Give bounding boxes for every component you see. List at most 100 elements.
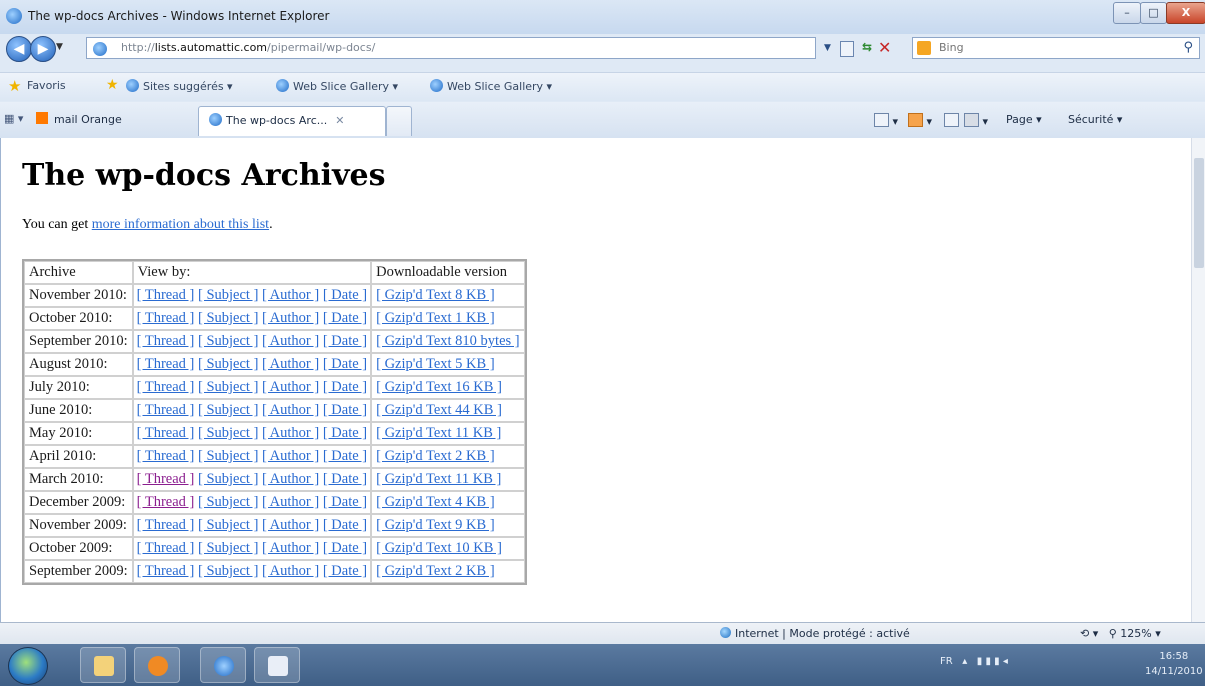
subject-link[interactable]: [ Subject ] — [198, 333, 258, 349]
date-link[interactable]: [ Date ] — [323, 333, 367, 349]
thread-link[interactable]: [ Thread ] — [137, 425, 195, 441]
date-link[interactable]: [ Date ] — [323, 471, 367, 487]
favorites-button[interactable]: ★ Favoris — [8, 79, 66, 94]
quick-tabs-icon[interactable]: ▦ ▾ — [4, 112, 23, 125]
thread-link[interactable]: [ Thread ] — [137, 540, 195, 556]
forward-button[interactable]: ▶ — [30, 36, 56, 62]
date-link[interactable]: [ Date ] — [323, 494, 367, 510]
gzip-download-link[interactable]: [ Gzip'd Text 5 KB ] — [376, 356, 495, 372]
taskbar-media-player[interactable] — [134, 647, 180, 683]
date-link[interactable]: [ Date ] — [323, 517, 367, 533]
security-zone-status[interactable]: Internet | Mode protégé : activé — [720, 627, 910, 640]
gzip-download-link[interactable]: [ Gzip'd Text 11 KB ] — [376, 471, 501, 487]
close-button[interactable]: X — [1166, 2, 1205, 24]
search-input[interactable] — [937, 40, 1171, 55]
author-link[interactable]: [ Author ] — [262, 494, 319, 510]
gzip-download-link[interactable]: [ Gzip'd Text 10 KB ] — [376, 540, 502, 556]
minimize-button[interactable]: – — [1113, 2, 1141, 24]
subject-link[interactable]: [ Subject ] — [198, 517, 258, 533]
gzip-download-link[interactable]: [ Gzip'd Text 1 KB ] — [376, 310, 495, 326]
address-dropdown-icon[interactable]: ▼ — [824, 43, 831, 53]
maximize-button[interactable]: □ — [1140, 2, 1167, 24]
thread-link[interactable]: [ Thread ] — [137, 379, 195, 395]
search-icon[interactable]: ⚲ — [1183, 40, 1193, 55]
thread-link[interactable]: [ Thread ] — [137, 402, 195, 418]
subject-link[interactable]: [ Subject ] — [198, 448, 258, 464]
home-icon[interactable]: ▾ — [874, 113, 898, 128]
subject-link[interactable]: [ Subject ] — [198, 494, 258, 510]
date-link[interactable]: [ Date ] — [323, 402, 367, 418]
subject-link[interactable]: [ Subject ] — [198, 540, 258, 556]
subject-link[interactable]: [ Subject ] — [198, 402, 258, 418]
fav-item-web-slice-1[interactable]: Web Slice Gallery ▾ — [276, 79, 398, 93]
page-menu[interactable]: Page ▾ — [1006, 113, 1042, 126]
clock[interactable]: 16:58 14/11/2010 — [1145, 649, 1203, 679]
date-link[interactable]: [ Date ] — [323, 540, 367, 556]
date-link[interactable]: [ Date ] — [323, 448, 367, 464]
author-link[interactable]: [ Author ] — [262, 517, 319, 533]
author-link[interactable]: [ Author ] — [262, 287, 319, 303]
subject-link[interactable]: [ Subject ] — [198, 379, 258, 395]
subject-link[interactable]: [ Subject ] — [198, 425, 258, 441]
subject-link[interactable]: [ Subject ] — [198, 356, 258, 372]
thread-link[interactable]: [ Thread ] — [137, 517, 195, 533]
read-mail-icon[interactable] — [944, 113, 959, 128]
subject-link[interactable]: [ Subject ] — [198, 471, 258, 487]
subject-link[interactable]: [ Subject ] — [198, 563, 258, 579]
thread-link[interactable]: [ Thread ] — [137, 471, 195, 487]
compatibility-view-icon[interactable] — [840, 41, 854, 57]
scrollbar-thumb[interactable] — [1194, 158, 1204, 268]
refresh-icon[interactable]: ⇆ — [862, 40, 872, 54]
author-link[interactable]: [ Author ] — [262, 379, 319, 395]
date-link[interactable]: [ Date ] — [323, 356, 367, 372]
author-link[interactable]: [ Author ] — [262, 402, 319, 418]
gzip-download-link[interactable]: [ Gzip'd Text 16 KB ] — [376, 379, 502, 395]
author-link[interactable]: [ Author ] — [262, 356, 319, 372]
author-link[interactable]: [ Author ] — [262, 563, 319, 579]
author-link[interactable]: [ Author ] — [262, 310, 319, 326]
gzip-download-link[interactable]: [ Gzip'd Text 2 KB ] — [376, 448, 495, 464]
thread-link[interactable]: [ Thread ] — [137, 494, 195, 510]
thread-link[interactable]: [ Thread ] — [137, 333, 195, 349]
print-icon[interactable]: ▾ — [964, 113, 988, 128]
add-favorite-icon[interactable]: ★ — [106, 77, 119, 93]
search-box[interactable]: ⚲ — [912, 37, 1200, 59]
author-link[interactable]: [ Author ] — [262, 471, 319, 487]
tab-close-icon[interactable]: ✕ — [335, 114, 344, 127]
thread-link[interactable]: [ Thread ] — [137, 356, 195, 372]
author-link[interactable]: [ Author ] — [262, 448, 319, 464]
tab-mail-orange[interactable]: mail Orange — [22, 106, 198, 136]
date-link[interactable]: [ Date ] — [323, 379, 367, 395]
date-link[interactable]: [ Date ] — [323, 563, 367, 579]
thread-link[interactable]: [ Thread ] — [137, 563, 195, 579]
fav-item-suggested-sites[interactable]: Sites suggérés ▾ — [126, 79, 233, 93]
system-tray[interactable]: FR ▴ ▮ ▮ ▮ ◂ — [940, 656, 1008, 667]
gzip-download-link[interactable]: [ Gzip'd Text 9 KB ] — [376, 517, 495, 533]
back-button[interactable]: ◀ — [6, 36, 32, 62]
address-bar[interactable]: http://lists.automattic.com/pipermail/wp… — [86, 37, 816, 59]
author-link[interactable]: [ Author ] — [262, 333, 319, 349]
taskbar-internet-explorer[interactable] — [200, 647, 246, 683]
gzip-download-link[interactable]: [ Gzip'd Text 4 KB ] — [376, 494, 495, 510]
thread-link[interactable]: [ Thread ] — [137, 310, 195, 326]
thread-link[interactable]: [ Thread ] — [137, 448, 195, 464]
feeds-icon[interactable]: ▾ — [908, 113, 932, 128]
history-dropdown-icon[interactable]: ▼ — [56, 42, 63, 52]
gzip-download-link[interactable]: [ Gzip'd Text 11 KB ] — [376, 425, 501, 441]
author-link[interactable]: [ Author ] — [262, 540, 319, 556]
author-link[interactable]: [ Author ] — [262, 425, 319, 441]
taskbar-word[interactable] — [254, 647, 300, 683]
new-tab-button[interactable] — [386, 106, 412, 136]
start-button[interactable] — [8, 647, 48, 685]
gzip-download-link[interactable]: [ Gzip'd Text 44 KB ] — [376, 402, 502, 418]
vertical-scrollbar[interactable] — [1191, 138, 1205, 622]
subject-link[interactable]: [ Subject ] — [198, 310, 258, 326]
date-link[interactable]: [ Date ] — [323, 310, 367, 326]
taskbar-explorer[interactable] — [80, 647, 126, 683]
gzip-download-link[interactable]: [ Gzip'd Text 8 KB ] — [376, 287, 495, 303]
subject-link[interactable]: [ Subject ] — [198, 287, 258, 303]
date-link[interactable]: [ Date ] — [323, 425, 367, 441]
thread-link[interactable]: [ Thread ] — [137, 287, 195, 303]
gzip-download-link[interactable]: [ Gzip'd Text 2 KB ] — [376, 563, 495, 579]
list-info-link[interactable]: more information about this list — [92, 217, 269, 232]
